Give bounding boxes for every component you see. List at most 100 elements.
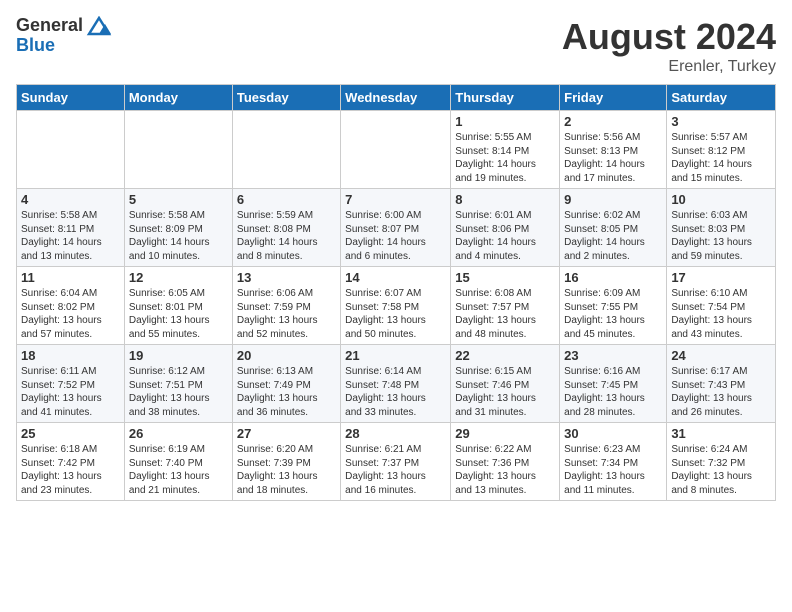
day-number: 20 bbox=[237, 348, 336, 363]
day-number: 15 bbox=[455, 270, 555, 285]
weekday-header: Friday bbox=[560, 85, 667, 111]
table-row: 9Sunrise: 6:02 AMSunset: 8:05 PMDaylight… bbox=[560, 189, 667, 267]
table-row: 24Sunrise: 6:17 AMSunset: 7:43 PMDayligh… bbox=[667, 345, 776, 423]
day-number: 30 bbox=[564, 426, 662, 441]
day-number: 29 bbox=[455, 426, 555, 441]
day-info: Sunrise: 6:10 AMSunset: 7:54 PMDaylight:… bbox=[671, 287, 771, 341]
weekday-header: Monday bbox=[124, 85, 232, 111]
table-row bbox=[341, 111, 451, 189]
day-info: Sunrise: 6:16 AMSunset: 7:45 PMDaylight:… bbox=[564, 365, 662, 419]
day-number: 28 bbox=[345, 426, 446, 441]
day-number: 21 bbox=[345, 348, 446, 363]
table-row: 12 Sunrise: 6:05 AMSunset: 8:01 PMDayligh… bbox=[124, 267, 232, 345]
day-info: Sunrise: 6:20 AMSunset: 7:39 PMDaylight:… bbox=[237, 443, 336, 497]
day-info: Sunrise: 6:07 AMSunset: 7:58 PMDaylight:… bbox=[345, 287, 446, 341]
day-number: 16 bbox=[564, 270, 662, 285]
day-number: 12 bbox=[129, 270, 228, 285]
table-row: 10Sunrise: 6:03 AMSunset: 8:03 PMDayligh… bbox=[667, 189, 776, 267]
logo: General Blue bbox=[16, 16, 113, 56]
table-row: 22 Sunrise: 6:15 AMSunset: 7:46 PMDayligh… bbox=[451, 345, 560, 423]
table-row: 11 Sunrise: 6:04 AMSunset: 8:02 PMDayligh… bbox=[17, 267, 125, 345]
calendar-row: 25 Sunrise: 6:18 AMSunset: 7:42 PMDayligh… bbox=[17, 423, 776, 501]
table-row: 29 Sunrise: 6:22 AMSunset: 7:36 PMDayligh… bbox=[451, 423, 560, 501]
day-number: 5 bbox=[129, 192, 228, 207]
table-row: 17 Sunrise: 6:10 AMSunset: 7:54 PMDayligh… bbox=[667, 267, 776, 345]
day-info: Sunrise: 6:01 AMSunset: 8:06 PMDaylight:… bbox=[455, 209, 555, 263]
calendar-row: 11 Sunrise: 6:04 AMSunset: 8:02 PMDayligh… bbox=[17, 267, 776, 345]
day-info: Sunrise: 6:02 AMSunset: 8:05 PMDaylight:… bbox=[564, 209, 662, 263]
day-number: 11 bbox=[21, 270, 120, 285]
logo-icon bbox=[85, 16, 113, 36]
day-number: 17 bbox=[671, 270, 771, 285]
day-number: 22 bbox=[455, 348, 555, 363]
day-number: 13 bbox=[237, 270, 336, 285]
table-row: 1 Sunrise: 5:55 AMSunset: 8:14 PMDaylight… bbox=[451, 111, 560, 189]
day-info: Sunrise: 6:12 AMSunset: 7:51 PMDaylight:… bbox=[129, 365, 228, 419]
weekday-header-row: SundayMondayTuesdayWednesdayThursdayFrid… bbox=[17, 85, 776, 111]
day-info: Sunrise: 6:15 AMSunset: 7:46 PMDaylight:… bbox=[455, 365, 555, 419]
weekday-header: Wednesday bbox=[341, 85, 451, 111]
table-row: 23 Sunrise: 6:16 AMSunset: 7:45 PMDayligh… bbox=[560, 345, 667, 423]
day-number: 7 bbox=[345, 192, 446, 207]
day-info: Sunrise: 5:56 AMSunset: 8:13 PMDaylight:… bbox=[564, 131, 662, 185]
table-row bbox=[124, 111, 232, 189]
subtitle: Erenler, Turkey bbox=[562, 58, 776, 76]
weekday-header: Thursday bbox=[451, 85, 560, 111]
day-number: 19 bbox=[129, 348, 228, 363]
day-info: Sunrise: 6:09 AMSunset: 7:55 PMDaylight:… bbox=[564, 287, 662, 341]
table-row: 15 Sunrise: 6:08 AMSunset: 7:57 PMDayligh… bbox=[451, 267, 560, 345]
day-info: Sunrise: 6:08 AMSunset: 7:57 PMDaylight:… bbox=[455, 287, 555, 341]
day-number: 31 bbox=[671, 426, 771, 441]
day-number: 4 bbox=[21, 192, 120, 207]
table-row: 5Sunrise: 5:58 AMSunset: 8:09 PMDaylight… bbox=[124, 189, 232, 267]
logo-general: General bbox=[16, 16, 83, 36]
table-row: 26 Sunrise: 6:19 AMSunset: 7:40 PMDayligh… bbox=[124, 423, 232, 501]
table-row: 21 Sunrise: 6:14 AMSunset: 7:48 PMDayligh… bbox=[341, 345, 451, 423]
day-number: 24 bbox=[671, 348, 771, 363]
table-row: 2 Sunrise: 5:56 AMSunset: 8:13 PMDaylight… bbox=[560, 111, 667, 189]
table-row: 8 Sunrise: 6:01 AMSunset: 8:06 PMDaylight… bbox=[451, 189, 560, 267]
table-row: 7 Sunrise: 6:00 AMSunset: 8:07 PMDaylight… bbox=[341, 189, 451, 267]
day-info: Sunrise: 6:00 AMSunset: 8:07 PMDaylight:… bbox=[345, 209, 446, 263]
table-row: 18 Sunrise: 6:11 AMSunset: 7:52 PMDayligh… bbox=[17, 345, 125, 423]
day-info: Sunrise: 6:06 AMSunset: 7:59 PMDaylight:… bbox=[237, 287, 336, 341]
table-row: 13 Sunrise: 6:06 AMSunset: 7:59 PMDayligh… bbox=[232, 267, 340, 345]
day-info: Sunrise: 6:04 AMSunset: 8:02 PMDaylight:… bbox=[21, 287, 120, 341]
day-info: Sunrise: 6:11 AMSunset: 7:52 PMDaylight:… bbox=[21, 365, 120, 419]
table-row: 25 Sunrise: 6:18 AMSunset: 7:42 PMDayligh… bbox=[17, 423, 125, 501]
day-info: Sunrise: 6:14 AMSunset: 7:48 PMDaylight:… bbox=[345, 365, 446, 419]
day-number: 3 bbox=[671, 114, 771, 129]
day-info: Sunrise: 6:19 AMSunset: 7:40 PMDaylight:… bbox=[129, 443, 228, 497]
table-row bbox=[232, 111, 340, 189]
day-number: 8 bbox=[455, 192, 555, 207]
day-number: 27 bbox=[237, 426, 336, 441]
day-number: 26 bbox=[129, 426, 228, 441]
table-row: 28 Sunrise: 6:21 AMSunset: 7:37 PMDayligh… bbox=[341, 423, 451, 501]
main-title: August 2024 bbox=[562, 16, 776, 58]
table-row: 27 Sunrise: 6:20 AMSunset: 7:39 PMDayligh… bbox=[232, 423, 340, 501]
table-row: 3 Sunrise: 5:57 AMSunset: 8:12 PMDaylight… bbox=[667, 111, 776, 189]
day-info: Sunrise: 6:18 AMSunset: 7:42 PMDaylight:… bbox=[21, 443, 120, 497]
table-row: 30 Sunrise: 6:23 AMSunset: 7:34 PMDayligh… bbox=[560, 423, 667, 501]
day-number: 23 bbox=[564, 348, 662, 363]
day-info: Sunrise: 6:05 AMSunset: 8:01 PMDaylight:… bbox=[129, 287, 228, 341]
day-info: Sunrise: 6:23 AMSunset: 7:34 PMDaylight:… bbox=[564, 443, 662, 497]
day-info: Sunrise: 6:21 AMSunset: 7:37 PMDaylight:… bbox=[345, 443, 446, 497]
day-number: 14 bbox=[345, 270, 446, 285]
table-row: 20Sunrise: 6:13 AMSunset: 7:49 PMDayligh… bbox=[232, 345, 340, 423]
weekday-header: Tuesday bbox=[232, 85, 340, 111]
day-number: 1 bbox=[455, 114, 555, 129]
day-number: 18 bbox=[21, 348, 120, 363]
table-row: 16 Sunrise: 6:09 AMSunset: 7:55 PMDayligh… bbox=[560, 267, 667, 345]
day-info: Sunrise: 6:24 AMSunset: 7:32 PMDaylight:… bbox=[671, 443, 771, 497]
day-info: Sunrise: 5:58 AMSunset: 8:11 PMDaylight:… bbox=[21, 209, 120, 263]
table-row: 14 Sunrise: 6:07 AMSunset: 7:58 PMDayligh… bbox=[341, 267, 451, 345]
day-info: Sunrise: 6:22 AMSunset: 7:36 PMDaylight:… bbox=[455, 443, 555, 497]
page-header: General Blue August 2024 Erenler, Turkey bbox=[16, 16, 776, 76]
day-info: Sunrise: 5:57 AMSunset: 8:12 PMDaylight:… bbox=[671, 131, 771, 185]
table-row: 6Sunrise: 5:59 AMSunset: 8:08 PMDaylight… bbox=[232, 189, 340, 267]
day-number: 25 bbox=[21, 426, 120, 441]
day-number: 2 bbox=[564, 114, 662, 129]
day-info: Sunrise: 5:55 AMSunset: 8:14 PMDaylight:… bbox=[455, 131, 555, 185]
calendar-row: 18 Sunrise: 6:11 AMSunset: 7:52 PMDayligh… bbox=[17, 345, 776, 423]
